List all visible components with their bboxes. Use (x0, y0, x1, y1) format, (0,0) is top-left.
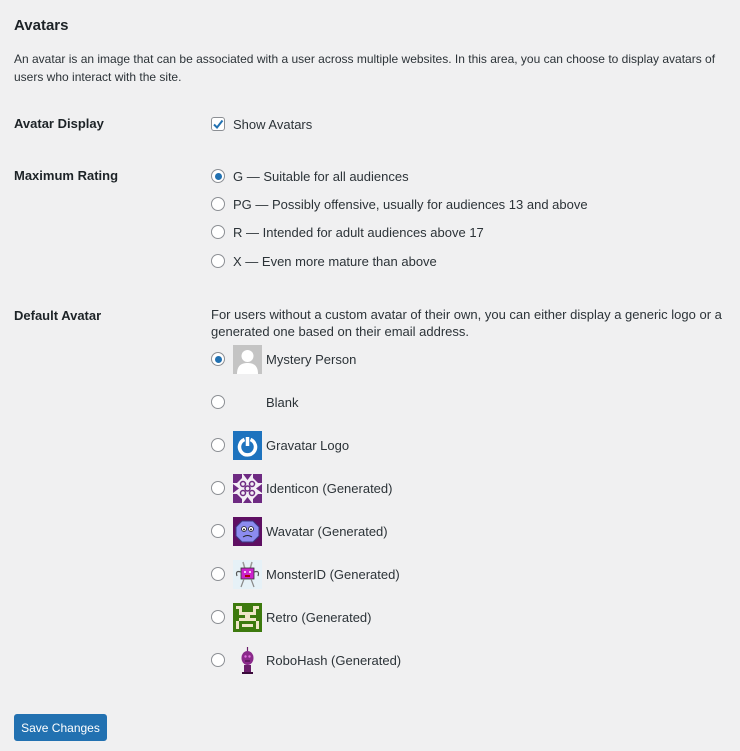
default-avatar-description: For users without a custom avatar of the… (211, 307, 722, 339)
section-title: Avatars (14, 17, 69, 34)
avatar-option-label: Mystery Person (266, 351, 357, 367)
avatar-option-label: Gravatar Logo (266, 437, 350, 453)
rating-label: X — Even more mature than above (233, 253, 437, 269)
radio-button[interactable] (211, 653, 225, 667)
default-avatar-label: Default Avatar (14, 308, 102, 323)
maximum-rating-label: Maximum Rating (14, 168, 119, 183)
robohash-icon (233, 646, 262, 675)
rating-option-g[interactable]: G — Suitable for all audiences (211, 166, 409, 186)
rating-label: G — Suitable for all audiences (233, 168, 409, 184)
save-changes-button[interactable]: Save Changes (14, 714, 107, 741)
rating-option-x[interactable]: X — Even more mature than above (211, 251, 437, 271)
rating-option-r[interactable]: R — Intended for adult audiences above 1… (211, 222, 484, 242)
avatar-option-label: Retro (Generated) (266, 609, 372, 625)
avatar-option-label: MonsterID (Generated) (266, 566, 400, 582)
radio-button[interactable] (211, 395, 225, 409)
avatar-option-label: Identicon (Generated) (266, 480, 393, 496)
avatar-option-gravatar[interactable]: Gravatar Logo (211, 430, 349, 460)
retro-icon (233, 602, 262, 632)
mystery-person-icon (233, 344, 262, 374)
radio-button[interactable] (211, 524, 225, 538)
blank-icon (233, 388, 262, 417)
gravatar-logo-icon (233, 430, 262, 460)
section-description: An avatar is an image that can be associ… (14, 52, 716, 84)
avatar-display-label: Avatar Display (14, 116, 104, 131)
checkbox-box[interactable] (211, 117, 225, 131)
identicon-icon (233, 473, 262, 503)
radio-button[interactable] (211, 481, 225, 495)
checkmark-icon (213, 119, 224, 130)
radio-button[interactable] (211, 438, 225, 452)
avatar-option-mystery[interactable]: Mystery Person (211, 344, 356, 374)
radio-button[interactable] (211, 169, 225, 183)
radio-button[interactable] (211, 197, 225, 211)
monsterid-icon (233, 559, 262, 589)
avatar-option-label: RoboHash (Generated) (266, 652, 402, 668)
rating-label: R — Intended for adult audiences above 1… (233, 224, 484, 240)
radio-button[interactable] (211, 567, 225, 581)
avatar-option-identicon[interactable]: Identicon (Generated) (211, 473, 392, 503)
wavatar-icon (233, 516, 262, 546)
rating-label: PG — Possibly offensive, usually for aud… (233, 196, 588, 212)
avatar-option-blank[interactable]: Blank (211, 387, 299, 417)
avatar-option-monsterid[interactable]: MonsterID (Generated) (211, 559, 400, 589)
show-avatars-checkbox[interactable]: Show Avatars (211, 114, 312, 134)
radio-button[interactable] (211, 610, 225, 624)
avatar-option-label: Wavatar (Generated) (266, 523, 388, 539)
show-avatars-label: Show Avatars (233, 116, 313, 132)
avatar-option-label: Blank (266, 394, 299, 410)
radio-button[interactable] (211, 352, 225, 366)
avatar-option-wavatar[interactable]: Wavatar (Generated) (211, 516, 388, 546)
avatar-option-robohash[interactable]: RoboHash (Generated) (211, 645, 401, 675)
rating-option-pg[interactable]: PG — Possibly offensive, usually for aud… (211, 194, 588, 214)
radio-button[interactable] (211, 225, 225, 239)
radio-button[interactable] (211, 254, 225, 268)
avatar-option-retro[interactable]: Retro (Generated) (211, 602, 372, 632)
